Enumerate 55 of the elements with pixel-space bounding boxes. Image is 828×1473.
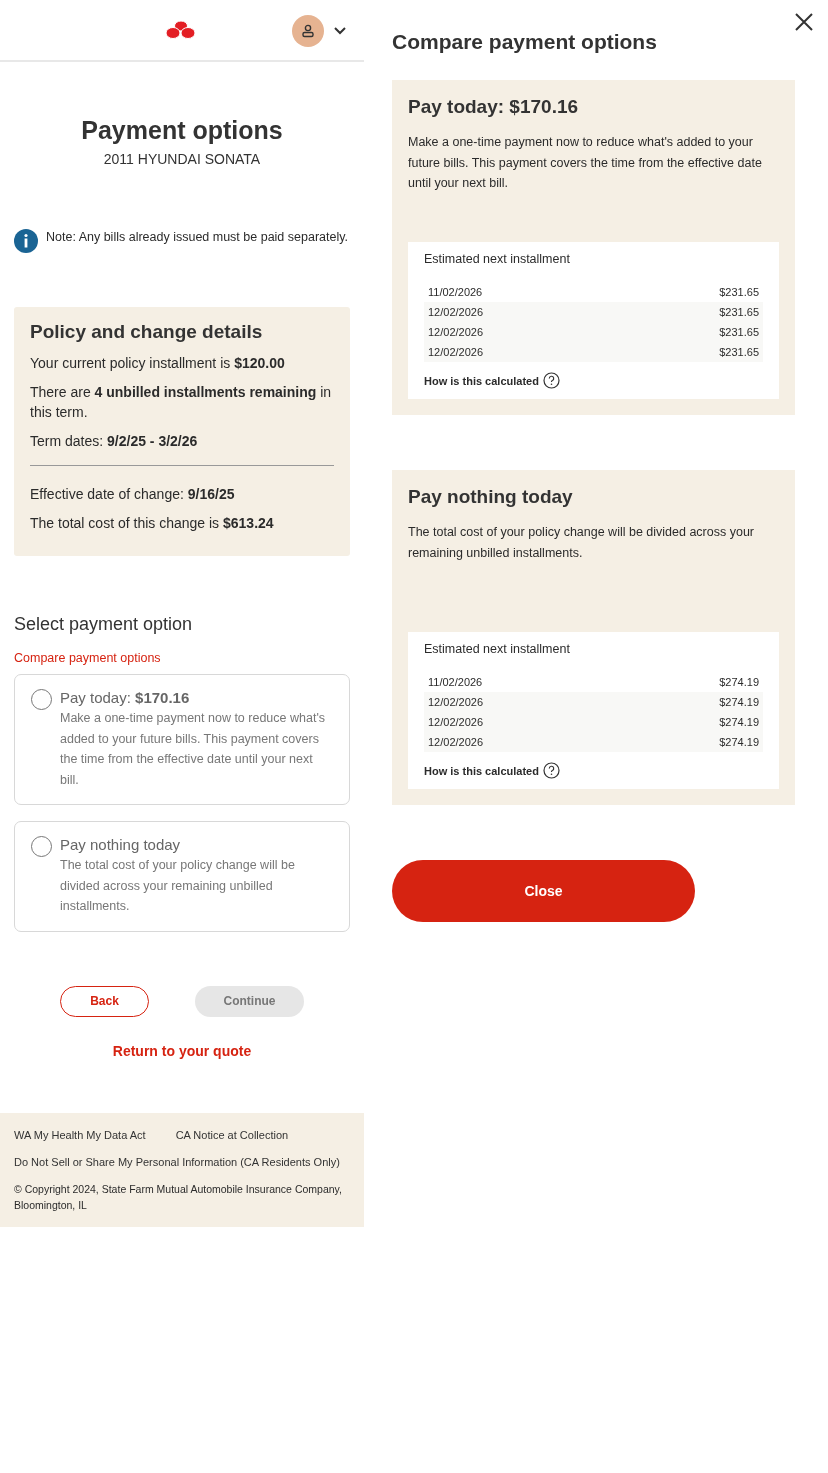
- amount-cell: $231.65: [719, 306, 759, 318]
- profile-avatar[interactable]: [292, 15, 324, 47]
- section-heading: Select payment option: [14, 614, 194, 635]
- footer-link[interactable]: CA Notice at Collection: [175, 1128, 289, 1141]
- card-title: Pay nothing today: [408, 486, 574, 508]
- close-button[interactable]: Close: [392, 860, 695, 922]
- option-title: Pay today: $170.16: [60, 689, 191, 706]
- option-title: Pay nothing today: [60, 836, 182, 853]
- vehicle-name: 2011 HYUNDAI SONATA: [102, 151, 262, 167]
- detail-line: Effective date of change: 9/16/25: [30, 485, 236, 504]
- option-description: The total cost of your policy change will be divided across your remaining unbilled installments.: [60, 857, 296, 915]
- info-icon: [14, 229, 38, 253]
- detail-line: Term dates: 9/2/25 - 3/2/26: [30, 432, 199, 451]
- payment-option[interactable]: Pay nothing today The total cost of your policy change will be divided across your remaining unbilled installments.: [14, 821, 350, 932]
- detail-line: Your current policy installment is $120.00: [30, 354, 286, 373]
- date-cell: 12/02/2026: [428, 696, 484, 708]
- drawer-title: Compare payment options: [392, 30, 658, 54]
- note-text: Note: Any bills already issued must be paid separately.: [46, 229, 348, 246]
- help-icon[interactable]: [542, 762, 560, 779]
- date-cell: 12/02/2026: [428, 736, 484, 748]
- table-heading: Estimated next installment: [424, 642, 571, 656]
- chevron-down-icon[interactable]: [334, 27, 346, 35]
- help-link[interactable]: How is this calculated: [424, 374, 539, 387]
- footer-link[interactable]: Do Not Sell or Share My Personal Information (CA Residents Only): [14, 1155, 340, 1168]
- date-cell: 12/02/2026: [428, 326, 484, 338]
- date-cell: 11/02/2026: [428, 286, 483, 298]
- amount-cell: $274.19: [719, 696, 759, 708]
- date-cell: 12/02/2026: [428, 306, 484, 318]
- amount-cell: $274.19: [719, 736, 759, 748]
- amount-cell: $274.19: [719, 716, 759, 728]
- amount-cell: $231.65: [719, 286, 759, 298]
- amount-cell: $274.19: [719, 676, 759, 688]
- help-link[interactable]: How is this calculated: [424, 764, 539, 777]
- card-title: Pay today: $170.16: [408, 96, 580, 118]
- date-cell: 12/02/2026: [428, 716, 484, 728]
- date-cell: 11/02/2026: [428, 676, 483, 688]
- card-description: The total cost of your policy change will be divided across your remaining unbilled installments.: [408, 524, 755, 562]
- compare-link[interactable]: Compare payment options: [14, 651, 161, 665]
- details-title: Policy and change details: [30, 321, 264, 343]
- detail-line: The total cost of this change is $613.24: [30, 514, 275, 533]
- amount-cell: $231.65: [719, 326, 759, 338]
- close-button[interactable]: [794, 12, 814, 32]
- amount-cell: $231.65: [719, 346, 759, 358]
- card-description: Make a one-time payment now to reduce what's added to your future bills. This payment covers the time from the effective date until your next bill.: [408, 134, 763, 192]
- copyright-text: © Copyright 2024, State Farm Mutual Automobile Insurance Company, Bloomington, IL: [14, 1181, 343, 1213]
- back-button[interactable]: Back: [60, 985, 149, 1017]
- table-heading: Estimated next installment: [424, 252, 571, 266]
- payment-option[interactable]: Pay today: $170.16 Make a one-time payment now to reduce what's added to your future bills. This payment covers the time from the effective date until your next bill.: [14, 674, 350, 805]
- return-link[interactable]: Return to your quote: [0, 1042, 364, 1059]
- date-cell: 12/02/2026: [428, 346, 484, 358]
- footer-link[interactable]: WA My Health My Data Act: [14, 1128, 146, 1141]
- option-description: Make a one-time payment now to reduce what's added to your future bills. This payment covers the time from the effective date until your next bill.: [60, 710, 327, 789]
- page-title: Payment options: [80, 116, 284, 145]
- detail-line: There are 4 unbilled installments remaining in this term.: [30, 383, 333, 422]
- help-icon[interactable]: [542, 372, 560, 389]
